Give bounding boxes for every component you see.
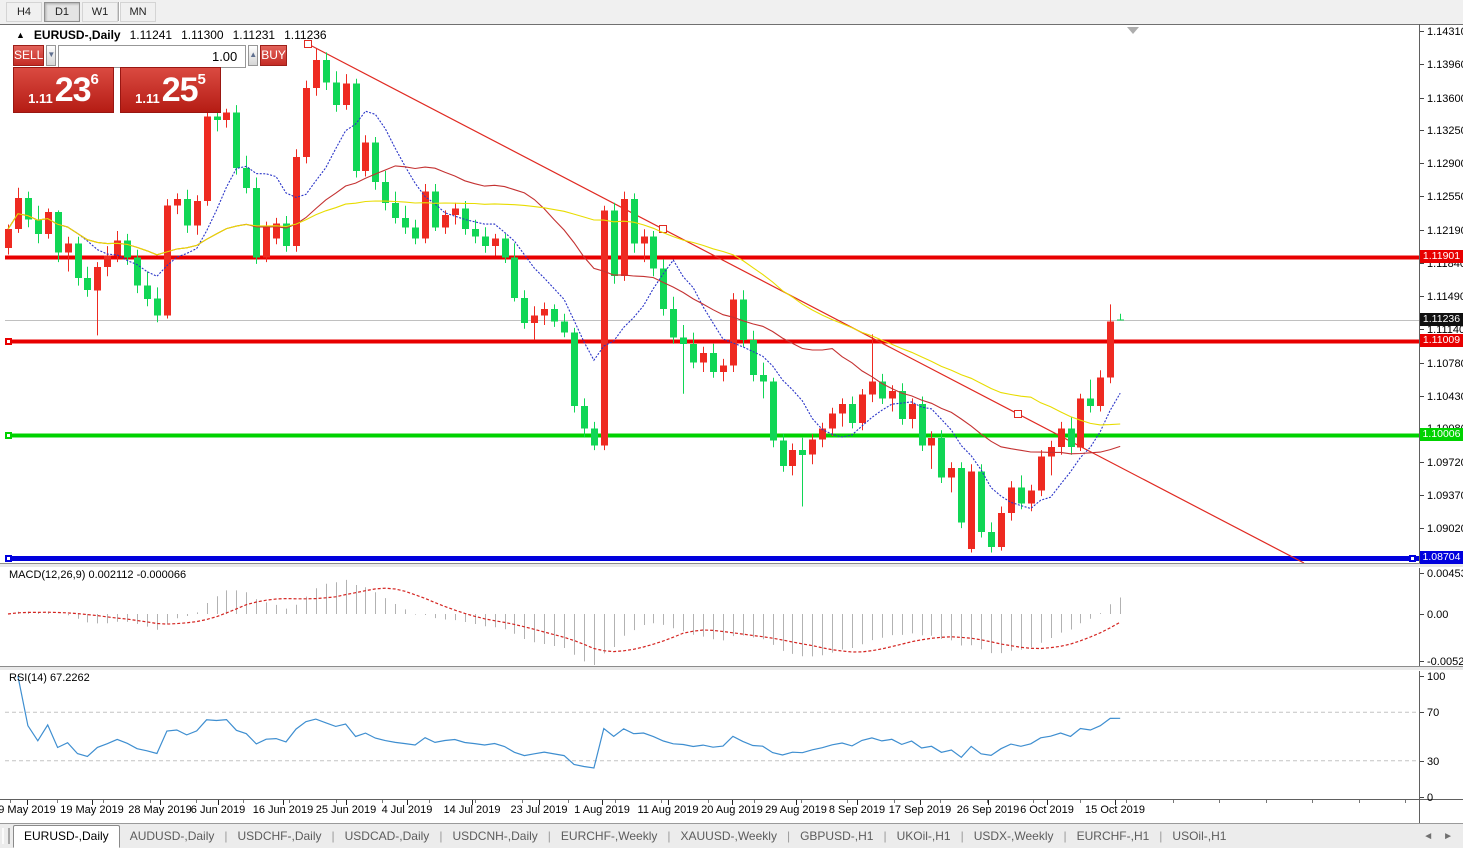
chart-ohlc-header: ▲ EURUSD-,Daily 1.11241 1.11300 1.11231 … [16,28,327,42]
tabs-scroll-left-icon[interactable]: ◄ [1423,831,1433,842]
date-label: 4 Jul 2019 [382,804,433,816]
buy-button[interactable]: BUY [260,45,287,66]
date-label: 23 Jul 2019 [511,804,568,816]
sell-price-prefix: 1.11 [28,91,53,106]
chart-tab-usoil-h1[interactable]: USOil-,H1 [1162,826,1236,846]
timeframe-h4[interactable]: H4 [6,2,42,22]
buy-price-prefix: 1.11 [135,91,160,106]
sell-button[interactable]: SELL [13,45,44,66]
volume-input[interactable] [58,45,246,68]
date-label: 19 May 2019 [60,804,124,816]
timeframe-d1[interactable]: D1 [44,2,80,22]
timeframe-w1[interactable]: W1 [82,2,118,22]
macd-label: MACD(12,26,9) 0.002112 -0.000066 [9,569,186,581]
macd-tick: 0.00 [1427,609,1448,621]
price-tick: 1.11490 [1427,291,1463,303]
date-label: 26 Sep 2019 [957,804,1019,816]
date-label: 15 Oct 2019 [1085,804,1145,816]
date-label: 1 Aug 2019 [574,804,630,816]
price-scale-divider [1419,24,1420,823]
chart-tab-eurusd-daily[interactable]: EURUSD-,Daily [13,825,120,848]
date-label: 6 Oct 2019 [1020,804,1074,816]
price-tick: 1.10780 [1427,358,1463,370]
chart-tab-audusd-daily[interactable]: AUDUSD-,Daily [120,826,225,846]
price-tick: 1.12190 [1427,225,1463,237]
date-label: 9 May 2019 [0,804,56,816]
ohlc-close: 1.11236 [284,28,327,42]
price-tick: 1.13600 [1427,93,1463,105]
current-price-badge: 1.11236 [1420,313,1463,326]
tabs-scroll-right-icon[interactable]: ► [1443,831,1453,842]
rsi-panel-plot-area[interactable] [5,670,1419,798]
price-tick: 1.09370 [1427,490,1463,502]
chart-tabs: EURUSD-,DailyAUDUSD-,Daily|USDCHF-,Daily… [13,825,1236,848]
date-label: 29 Aug 2019 [765,804,827,816]
hline-price-badge: 1.08704 [1420,551,1463,564]
price-tick: 1.09020 [1427,523,1463,535]
ohlc-high: 1.11300 [181,28,224,42]
one-click-trading-panel: SELL ▼ ▲ BUY 1.11 23 6 1.11 25 5 [13,45,221,113]
date-label: 11 Aug 2019 [638,804,699,816]
volume-increase-icon[interactable]: ▲ [248,45,258,66]
sell-price-box[interactable]: 1.11 23 6 [13,67,114,113]
chart-symbol-label: EURUSD-,Daily [34,28,121,42]
sell-price-pip: 6 [91,71,99,88]
price-tick: 1.13250 [1427,125,1463,137]
collapse-panel-icon[interactable]: ▲ [16,29,25,41]
date-label: 25 Jun 2019 [316,804,377,816]
hline-price-badge: 1.11901 [1420,250,1463,263]
price-tick: 1.10430 [1427,391,1463,403]
chart-tab-gbpusd-h1[interactable]: GBPUSD-,H1 [790,826,883,846]
hline-price-badge: 1.10006 [1420,428,1463,441]
chart-tab-usdcnh-daily[interactable]: USDCNH-,Daily [442,826,547,846]
volume-decrease-icon[interactable]: ▼ [46,45,56,66]
date-label: 16 Jun 2019 [253,804,314,816]
price-tick: 1.12550 [1427,191,1463,203]
rsi-tick: 70 [1427,707,1439,719]
timeframe-mn[interactable]: MN [120,2,156,22]
chart-tab-ukoil-h1[interactable]: UKOil-,H1 [887,826,961,846]
rsi-label: RSI(14) 67.2262 [9,672,90,684]
date-label: 20 Aug 2019 [701,804,763,816]
rsi-tick: 0 [1427,792,1433,804]
chart-tab-eurchf-h1[interactable]: EURCHF-,H1 [1067,826,1160,846]
toolbar-divider [118,2,120,21]
date-label: 6 Jun 2019 [191,804,245,816]
price-tick: 1.12900 [1427,158,1463,170]
hline-price-badge: 1.11009 [1420,334,1463,347]
price-tick: 1.13960 [1427,59,1463,71]
price-tick: 1.09720 [1427,457,1463,469]
macd-panel-plot-area[interactable] [5,567,1419,663]
price-tick: 1.14310 [1427,26,1463,38]
buy-price-box[interactable]: 1.11 25 5 [120,67,221,113]
timeframe-toolbar: H4D1W1MN [0,0,1463,24]
date-label: 8 Sep 2019 [829,804,885,816]
buy-price-big: 25 [162,70,198,110]
date-label: 28 May 2019 [128,804,192,816]
chart-tab-usdx-weekly[interactable]: USDX-,Weekly [964,826,1064,846]
date-label: 17 Sep 2019 [889,804,951,816]
chart-tab-usdchf-daily[interactable]: USDCHF-,Daily [228,826,332,846]
tabbar-grip [2,828,10,844]
chart-tab-eurchf-weekly[interactable]: EURCHF-,Weekly [551,826,667,846]
rsi-tick: 30 [1427,756,1439,768]
sell-price-big: 23 [55,70,91,110]
chart-tab-bar: EURUSD-,DailyAUDUSD-,Daily|USDCHF-,Daily… [0,823,1463,848]
ohlc-low: 1.11231 [233,28,276,42]
ohlc-open: 1.11241 [130,28,173,42]
chart-tab-xauusd-weekly[interactable]: XAUUSD-,Weekly [670,826,786,846]
rsi-tick: 100 [1427,671,1445,683]
date-label: 14 Jul 2019 [444,804,501,816]
chart-tab-usdcad-daily[interactable]: USDCAD-,Daily [335,826,440,846]
buy-price-pip: 5 [198,71,206,88]
macd-tick: 0.004536 [1427,568,1463,580]
timeframe-buttons: H4D1W1MN [6,2,156,22]
chart-bottom-border [0,799,1463,800]
